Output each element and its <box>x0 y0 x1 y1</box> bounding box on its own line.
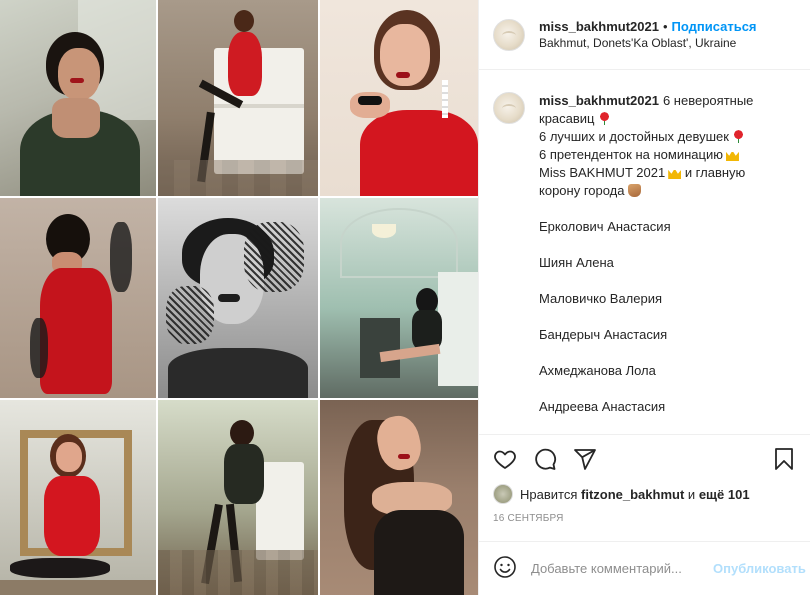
rose-emoji-icon <box>597 112 611 125</box>
post-sidebar: miss_bakhmut2021 • Подписаться Bakhmut, Do… <box>478 0 810 595</box>
photo-tile-9 <box>320 400 478 595</box>
post-actions-section: Нравится fitzone_bakhmut и ещё 101 16 се… <box>479 434 810 529</box>
caption-avatar[interactable] <box>493 92 525 124</box>
location-link[interactable]: Bakhmut, Donets'Ka Oblast', Ukraine <box>539 35 757 52</box>
crown-emoji-icon <box>668 168 682 179</box>
post-date[interactable]: 16 сентября <box>493 513 796 529</box>
photo-tile-5 <box>158 198 318 398</box>
comment-icon[interactable] <box>533 447 557 471</box>
action-bar <box>493 435 796 483</box>
caption-username[interactable]: miss_bakhmut2021 <box>539 93 659 108</box>
contestant-list: Ерколович Анастасия Шиян Алена Маловичко… <box>539 218 769 434</box>
share-icon[interactable] <box>573 447 597 471</box>
heart-icon[interactable] <box>493 447 517 471</box>
smiley-icon[interactable] <box>493 555 517 582</box>
likes-row: Нравится fitzone_bakhmut и ещё 101 <box>493 483 796 505</box>
comment-input[interactable] <box>531 561 707 576</box>
likes-and: и <box>687 486 696 502</box>
likes-prefix: Нравится <box>520 486 578 502</box>
photo-tile-6 <box>320 198 478 398</box>
photo-tile-2 <box>158 0 318 196</box>
photo-tile-1 <box>0 0 156 196</box>
photo-tile-3 <box>320 0 478 196</box>
bookmark-icon[interactable] <box>772 447 796 471</box>
caption-section: miss_bakhmut2021 6 невероятные красавиц 6… <box>479 70 810 434</box>
comment-form: Опубликовать <box>479 541 810 595</box>
follow-button[interactable]: Подписаться <box>672 19 757 34</box>
caption-line-3: 6 претенденток на номинацию <box>539 147 723 162</box>
contestant-name: Бандерыч Анастасия <box>539 327 668 342</box>
photo-tile-7 <box>0 400 156 595</box>
contestant-name: Ахмеджанова Лола <box>539 363 656 378</box>
crown-emoji-icon <box>725 150 739 161</box>
contestant-name: Маловичко Валерия <box>539 291 663 306</box>
photo-collage <box>0 0 478 595</box>
publish-button[interactable]: Опубликовать <box>713 561 806 576</box>
caption-line-2: 6 лучших и достойных девушек <box>539 129 729 144</box>
caption-line-4: Miss BAKHMUT 2021 <box>539 165 666 180</box>
avatar[interactable] <box>493 18 525 51</box>
post-image[interactable] <box>0 0 478 595</box>
instagram-post: miss_bakhmut2021 • Подписаться Bakhmut, Do… <box>0 0 810 595</box>
contestant-name: Ерколович Анастасия <box>539 219 671 234</box>
photo-tile-4 <box>0 198 156 398</box>
liker-avatar[interactable] <box>493 484 513 504</box>
separator-dot: • <box>662 18 668 34</box>
photo-tile-8 <box>158 400 318 595</box>
author-username[interactable]: miss_bakhmut2021 <box>539 19 659 34</box>
contestant-name: Андреева Анастасия <box>539 399 666 414</box>
liker-username[interactable]: fitzone_bakhmut <box>581 487 684 502</box>
header-info: miss_bakhmut2021 • Подписаться Bakhmut, Do… <box>539 18 757 52</box>
rose-emoji-icon <box>731 130 745 143</box>
contestant-name: Шиян Алена <box>539 255 614 270</box>
caption-text: miss_bakhmut2021 6 невероятные красавиц 6… <box>539 92 769 434</box>
hand-emoji-icon <box>627 184 641 197</box>
likes-count-link[interactable]: ещё 101 <box>699 487 750 502</box>
post-header: miss_bakhmut2021 • Подписаться Bakhmut, Do… <box>479 0 810 70</box>
